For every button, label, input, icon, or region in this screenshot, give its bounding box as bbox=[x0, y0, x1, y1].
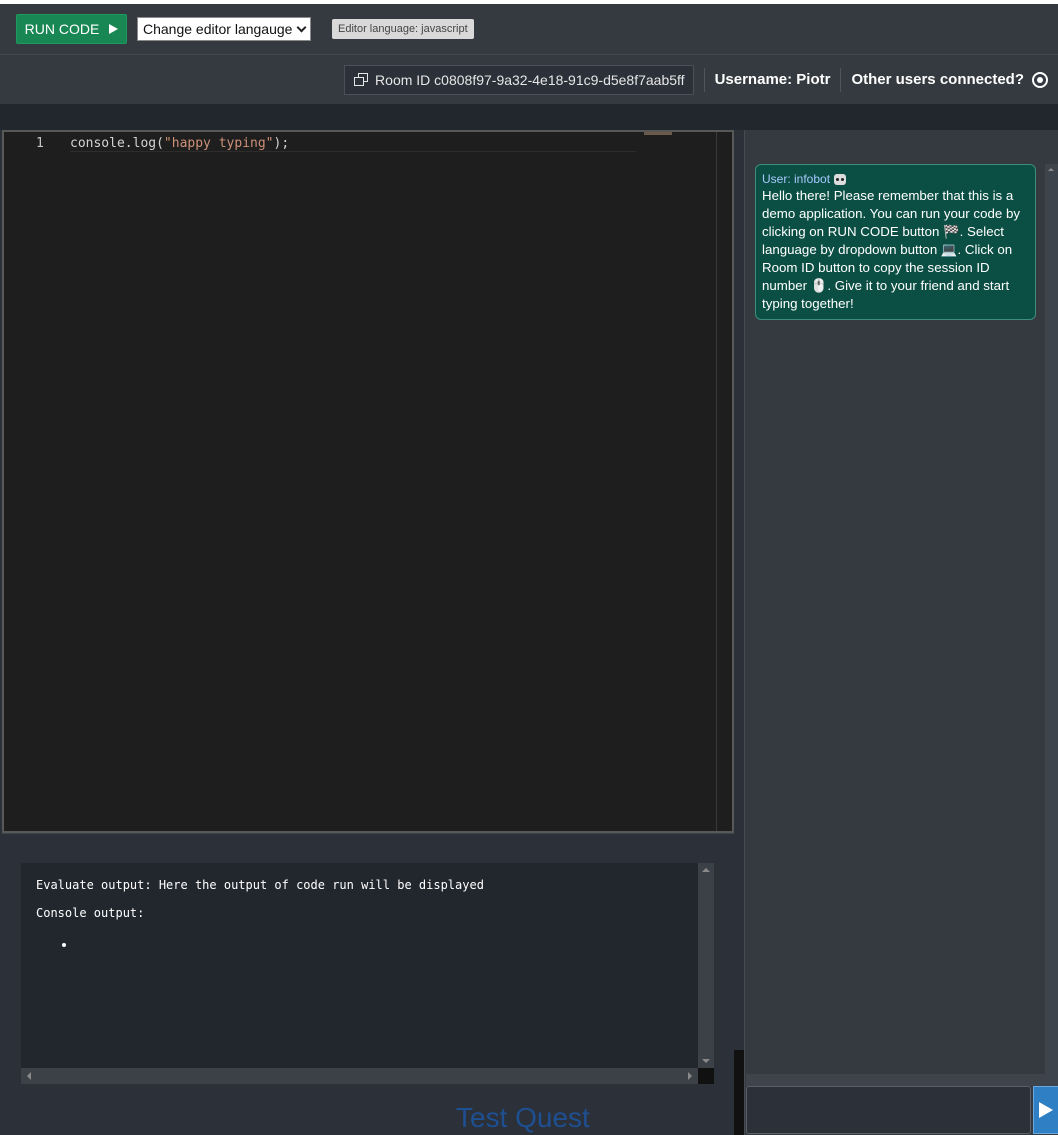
language-select-label: Change editor langauge bbox=[143, 21, 293, 37]
scroll-down-icon[interactable] bbox=[702, 1059, 710, 1063]
chevron-down-icon bbox=[297, 22, 307, 32]
minimap-indicator bbox=[644, 132, 672, 135]
output-horizontal-scrollbar[interactable] bbox=[21, 1068, 698, 1084]
scroll-up-icon[interactable] bbox=[702, 868, 710, 872]
chat-panel: User: infobot Hello there! Please rememb… bbox=[744, 130, 1058, 1135]
code-string-token: "happy typing" bbox=[163, 136, 274, 151]
username-label: Username: Piotr bbox=[714, 71, 831, 88]
panel-gap bbox=[734, 1050, 744, 1135]
chat-message: User: infobot Hello there! Please rememb… bbox=[755, 164, 1036, 320]
other-users-label: Other users connected? bbox=[851, 71, 1024, 88]
scroll-right-icon[interactable] bbox=[688, 1072, 692, 1080]
toolbar: RUN CODE Change editor langauge Editor l… bbox=[0, 4, 1058, 54]
chat-input[interactable] bbox=[746, 1086, 1031, 1134]
chat-message-user: User: infobot bbox=[762, 172, 1030, 186]
send-icon bbox=[1039, 1102, 1053, 1118]
editor-scrollbar[interactable] bbox=[716, 132, 717, 831]
evaluate-output-text: Evaluate output: Here the output of code… bbox=[36, 878, 484, 892]
radio-icon[interactable] bbox=[1032, 71, 1048, 88]
scrollbar-corner bbox=[698, 1068, 714, 1084]
play-icon bbox=[109, 24, 119, 34]
panel-gap bbox=[0, 104, 1058, 130]
chat-horizontal-scrollbar[interactable] bbox=[746, 1074, 1045, 1086]
chat-vertical-scrollbar[interactable] bbox=[1045, 164, 1058, 1102]
code-line[interactable]: console.log("happy typing"); bbox=[70, 136, 289, 151]
code-token: console.log( bbox=[70, 136, 164, 151]
other-users-toggle[interactable]: Other users connected? bbox=[841, 71, 1048, 88]
room-id-button[interactable]: Room ID c0808f97-9a32-4e18-91c9-d5e8f7aa… bbox=[344, 64, 694, 95]
console-output-item bbox=[62, 943, 66, 947]
room-id-label: Room ID c0808f97-9a32-4e18-91c9-d5e8f7aa… bbox=[375, 71, 685, 88]
robot-icon bbox=[834, 173, 847, 185]
scroll-left-icon[interactable] bbox=[27, 1072, 31, 1080]
console-output-label: Console output: bbox=[36, 906, 145, 920]
session-bar: Room ID c0808f97-9a32-4e18-91c9-d5e8f7aa… bbox=[0, 54, 1058, 104]
output-vertical-scrollbar[interactable] bbox=[698, 863, 714, 1068]
language-badge: Editor language: javascript bbox=[332, 19, 474, 39]
chat-user-label: User: infobot bbox=[762, 172, 831, 186]
scroll-up-icon[interactable] bbox=[1048, 168, 1054, 171]
language-select[interactable]: Change editor langauge bbox=[137, 17, 311, 41]
run-code-button[interactable]: RUN CODE bbox=[16, 14, 127, 44]
send-button[interactable] bbox=[1033, 1086, 1058, 1134]
brand-logo-text: Test Quest bbox=[456, 1102, 590, 1133]
copy-icon bbox=[354, 72, 369, 87]
run-code-label: RUN CODE bbox=[24, 21, 100, 37]
code-token: ); bbox=[273, 136, 290, 151]
chat-message-text: Hello there! Please remember that this i… bbox=[762, 188, 1020, 311]
output-console: Evaluate output: Here the output of code… bbox=[21, 863, 698, 1068]
code-editor[interactable]: 1 console.log("happy typing"); bbox=[2, 130, 734, 833]
line-number: 1 bbox=[36, 136, 44, 151]
